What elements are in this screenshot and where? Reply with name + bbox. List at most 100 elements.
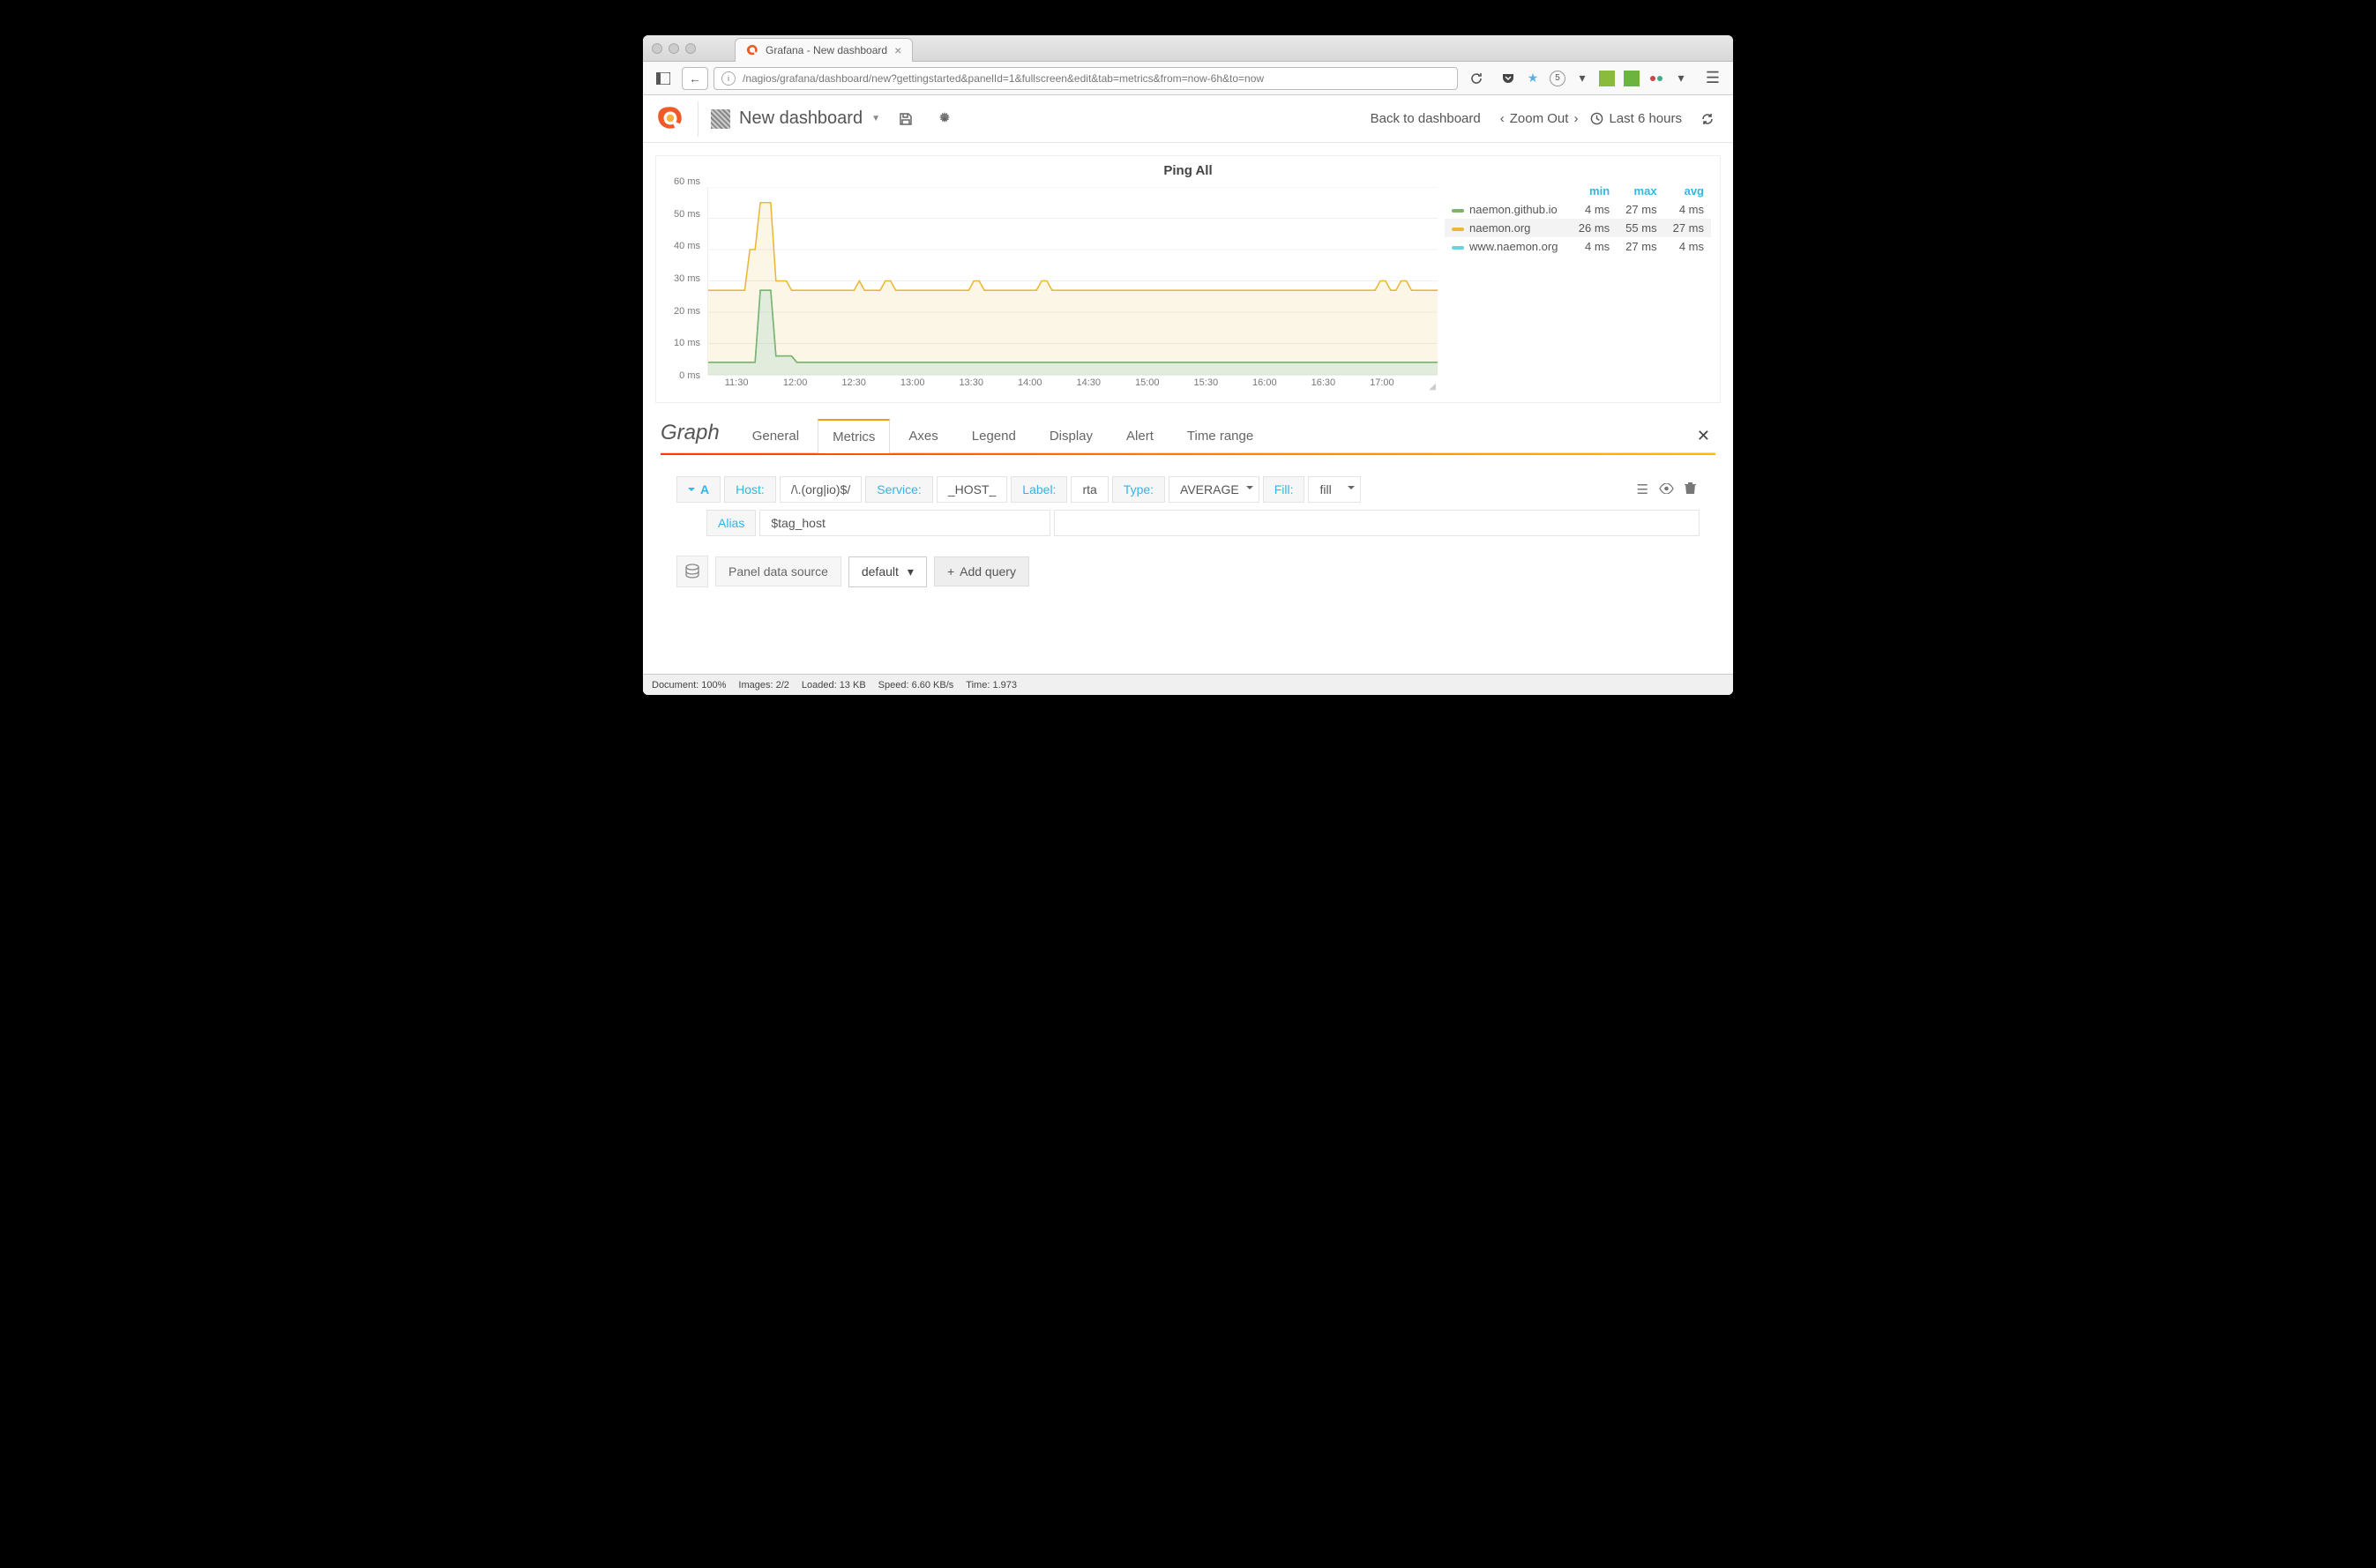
- graph-panel: Ping All 0 ms10 ms20 ms30 ms40 ms50 ms60…: [655, 155, 1721, 403]
- plot-area: [707, 187, 1438, 376]
- resize-handle-icon[interactable]: ◢: [1429, 382, 1436, 392]
- grafana-favicon-icon: [746, 44, 758, 56]
- divider: [698, 101, 699, 137]
- datasource-label: Panel data source: [715, 556, 841, 586]
- refresh-button[interactable]: [1694, 106, 1721, 132]
- tab-display[interactable]: Display: [1035, 419, 1108, 452]
- tab-alert[interactable]: Alert: [1111, 419, 1169, 452]
- tab-legend[interactable]: Legend: [957, 419, 1031, 452]
- datasource-icon: [676, 556, 708, 587]
- tab-axes[interactable]: Axes: [893, 419, 953, 452]
- dashboard-icon: [711, 109, 730, 129]
- grafana-logo-icon[interactable]: [655, 104, 685, 134]
- toolbar-icons: ★ 5 ▾ ▾: [1495, 71, 1694, 86]
- close-tab-icon[interactable]: ×: [894, 43, 901, 57]
- type-label: Type:: [1112, 476, 1165, 503]
- site-info-icon[interactable]: i: [721, 71, 736, 86]
- trash-icon[interactable]: [1685, 482, 1696, 498]
- extension-icon-2[interactable]: [1624, 71, 1640, 86]
- editor-tabs: GeneralMetricsAxesLegendDisplayAlertTime…: [737, 419, 1268, 452]
- accent-divider: [661, 453, 1715, 455]
- type-select[interactable]: AVERAGE: [1169, 476, 1259, 503]
- dashboard-name: New dashboard: [739, 108, 863, 129]
- query-row-actions: ☰: [1633, 476, 1700, 503]
- status-speed: Speed: 6.60 KB/s: [878, 680, 954, 691]
- sidebar-toggle-icon[interactable]: [650, 67, 676, 90]
- browser-toolbar: ← i /nagios/grafana/dashboard/new?gettin…: [643, 62, 1733, 95]
- url-text: /nagios/grafana/dashboard/new?gettingsta…: [743, 72, 1264, 85]
- legend-row[interactable]: www.naemon.org4 ms27 ms4 ms: [1445, 237, 1711, 256]
- pocket-icon[interactable]: [1500, 71, 1516, 86]
- alias-label: Alias: [706, 510, 756, 536]
- back-to-dashboard-link[interactable]: Back to dashboard: [1364, 111, 1488, 126]
- chevron-left-icon[interactable]: ‹: [1500, 111, 1505, 126]
- save-button[interactable]: [893, 106, 919, 132]
- extension-icon-1[interactable]: [1599, 71, 1615, 86]
- menu-icon[interactable]: ☰: [1637, 482, 1648, 497]
- zoom-out-button[interactable]: Zoom Out: [1510, 111, 1569, 126]
- datasource-select[interactable]: default ▾: [848, 556, 927, 587]
- legend-row[interactable]: naemon.github.io4 ms27 ms4 ms: [1445, 200, 1711, 219]
- status-document: Document: 100%: [652, 680, 726, 691]
- plus-icon: +: [947, 564, 954, 579]
- settings-button[interactable]: [931, 106, 958, 132]
- counter-badge[interactable]: 5: [1550, 71, 1565, 86]
- traffic-lights: [652, 43, 696, 54]
- host-input[interactable]: /\.(org|io)$/: [780, 476, 862, 503]
- time-range-label: Last 6 hours: [1609, 111, 1682, 126]
- app-header: New dashboard ▼ Back to dashboard ‹ Zoom…: [643, 95, 1733, 143]
- clock-icon: [1590, 112, 1603, 125]
- caret-down-icon: ▾: [908, 564, 914, 579]
- y-axis: 0 ms10 ms20 ms30 ms40 ms50 ms60 ms: [665, 182, 704, 376]
- zoom-controls: ‹ Zoom Out ›: [1500, 111, 1579, 126]
- service-label: Service:: [865, 476, 933, 503]
- status-time: Time: 1.973: [966, 680, 1017, 691]
- dashboard-picker[interactable]: New dashboard ▼: [711, 108, 880, 129]
- chevron-down-icon: ▼: [871, 114, 880, 123]
- browser-tab[interactable]: Grafana - New dashboard ×: [735, 38, 913, 62]
- tab-general[interactable]: General: [737, 419, 814, 452]
- query-row-alias: Alias $tag_host: [661, 506, 1715, 540]
- minimize-window-icon[interactable]: [669, 43, 679, 54]
- eye-icon[interactable]: [1659, 482, 1674, 497]
- status-bar: Document: 100% Images: 2/2 Loaded: 13 KB…: [643, 674, 1733, 695]
- editor-tabs-bar: Graph GeneralMetricsAxesLegendDisplayAle…: [661, 419, 1715, 453]
- add-query-button[interactable]: + Add query: [934, 556, 1029, 586]
- close-window-icon[interactable]: [652, 43, 662, 54]
- label-label: Label:: [1011, 476, 1067, 503]
- x-axis: 11:3012:0012:3013:0013:3014:0014:3015:00…: [707, 377, 1438, 393]
- maximize-window-icon[interactable]: [685, 43, 696, 54]
- legend-row[interactable]: naemon.org26 ms55 ms27 ms: [1445, 219, 1711, 237]
- star-icon[interactable]: ★: [1525, 71, 1541, 86]
- datasource-value: default: [862, 564, 899, 579]
- caret-down-icon[interactable]: ▾: [1574, 71, 1590, 86]
- panel-type-label: Graph: [661, 421, 737, 451]
- status-loaded: Loaded: 13 KB: [802, 680, 866, 691]
- time-range-picker[interactable]: Last 6 hours: [1590, 111, 1682, 126]
- status-images: Images: 2/2: [738, 680, 788, 691]
- address-bar[interactable]: i /nagios/grafana/dashboard/new?gettings…: [714, 67, 1458, 90]
- tab-time-range[interactable]: Time range: [1172, 419, 1268, 452]
- host-label: Host:: [724, 476, 776, 503]
- chart-area[interactable]: 0 ms10 ms20 ms30 ms40 ms50 ms60 ms 11:30…: [665, 182, 1438, 393]
- browser-window: Grafana - New dashboard × ← i /nagios/gr…: [643, 35, 1733, 695]
- back-button[interactable]: ←: [682, 67, 708, 90]
- extension-caret-icon[interactable]: ▾: [1673, 71, 1689, 86]
- grafana-app: New dashboard ▼ Back to dashboard ‹ Zoom…: [643, 95, 1733, 695]
- panel-title: Ping All: [656, 156, 1720, 182]
- chevron-right-icon[interactable]: ›: [1573, 111, 1578, 126]
- fill-label: Fill:: [1263, 476, 1305, 503]
- reload-button[interactable]: [1463, 67, 1490, 90]
- browser-menu-icon[interactable]: ☰: [1700, 67, 1726, 90]
- tab-metrics[interactable]: Metrics: [818, 419, 890, 453]
- query-letter[interactable]: A: [676, 476, 721, 503]
- datasource-row: Panel data source default ▾ + Add query: [661, 540, 1715, 603]
- query-row-a: A Host: /\.(org|io)$/ Service: _HOST_ La…: [661, 473, 1715, 506]
- label-input[interactable]: rta: [1071, 476, 1108, 503]
- panel-editor: Graph GeneralMetricsAxesLegendDisplayAle…: [643, 403, 1733, 603]
- extension-icon-3[interactable]: [1648, 71, 1664, 86]
- service-input[interactable]: _HOST_: [937, 476, 1007, 503]
- close-editor-icon[interactable]: ✕: [1692, 427, 1715, 445]
- alias-input[interactable]: $tag_host: [759, 510, 1050, 536]
- fill-select[interactable]: fill: [1308, 476, 1361, 503]
